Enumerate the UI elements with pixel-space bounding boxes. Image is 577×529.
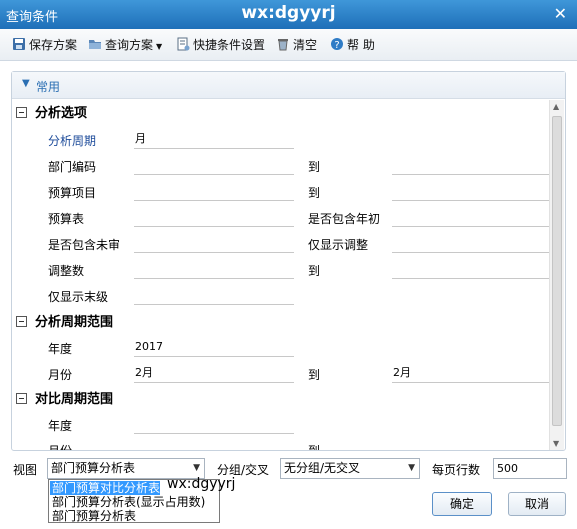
compare-month-label: 月份 [48,442,72,450]
chevron-down-icon: ▼ [408,463,415,473]
only-adjust-field[interactable] [392,233,549,253]
clear-button[interactable]: 清空 [276,36,317,54]
include-unreviewed-label: 是否包含未审 [48,238,121,252]
watermark-text: wx:dgyyrj [241,3,336,23]
clear-label: 清空 [293,38,318,52]
query-scheme-button[interactable]: 查询方案 ▼ [88,36,162,54]
to-label: 到 [308,160,321,174]
month-label: 月份 [48,368,73,382]
section-period-range[interactable]: 分析周期范围 [16,314,113,332]
only-last-level-field[interactable] [134,285,294,305]
year-field[interactable]: 2017 [134,337,294,357]
dept-code-from-field[interactable] [134,155,294,175]
only-last-level-label: 仅显示末级 [48,290,109,304]
compare-year-field[interactable] [134,414,294,434]
group-label: 常用 [36,80,61,94]
collapse-box-icon [16,393,27,404]
folder-icon [88,37,102,51]
scroll-down-icon[interactable]: ▼ [553,439,559,448]
to-label: 到 [308,442,320,450]
group-cross-select[interactable]: 无分组/无交叉 ▼ [280,458,420,479]
budget-table-label: 预算表 [48,212,85,226]
collapse-arrow-icon: ▼ [22,78,30,89]
cancel-button[interactable]: 取消 [508,492,566,516]
bottom-options: 视图 部门预算分析表 ▼ 分组/交叉 无分组/无交叉 ▼ 每页行数 500 [0,455,577,481]
to-label: 到 [308,186,321,200]
section-compare-range[interactable]: 对比周期范围 [16,391,113,409]
include-initial-label: 是否包含年初 [308,212,381,226]
to-label: 到 [308,264,321,278]
collapse-box-icon [16,316,27,327]
toolbar: 保存方案 查询方案 ▼ 快捷条件设置 清空 ? 帮 助 [0,29,577,61]
close-icon[interactable]: ✕ [554,4,567,23]
collapse-box-icon [16,107,27,118]
vertical-scrollbar[interactable]: ▲ ▼ [549,100,564,450]
rows-per-page-input[interactable]: 500 [493,458,567,479]
save-icon [12,37,26,51]
watermark-text: wx:dgyyrj [167,476,236,492]
analysis-period-label: 分析周期 [48,134,97,148]
include-initial-field[interactable] [392,207,549,227]
dept-code-to-field[interactable] [392,155,549,175]
dept-code-label: 部门编码 [48,160,97,174]
budget-table-field[interactable] [134,207,294,227]
compare-year-label: 年度 [48,419,73,433]
budget-item-from-field[interactable] [134,181,294,201]
budget-item-label: 预算项目 [48,186,97,200]
save-scheme-button[interactable]: 保存方案 [12,36,77,54]
section-analysis[interactable]: 分析选项 [16,105,87,123]
scroll-up-icon[interactable]: ▲ [553,102,559,111]
chevron-down-icon: ▼ [156,42,163,51]
dropdown-option[interactable]: 部门预算分析表(显示占用数) [50,495,218,509]
rows-per-page-label: 每页行数 [432,463,481,477]
month-from-field[interactable]: 2月 [134,363,294,383]
dropdown-option[interactable]: 部门预算对比分析表 [50,481,160,495]
help-icon: ? [330,37,344,51]
only-adjust-label: 仅显示调整 [308,238,369,252]
quick-condition-button[interactable]: 快捷条件设置 [176,36,265,54]
adjust-count-label: 调整数 [48,264,85,278]
adjust-count-from-field[interactable] [134,259,294,279]
scrollbar-thumb[interactable] [552,116,562,426]
query-scheme-label: 查询方案 [105,38,154,52]
help-label: 帮 助 [347,38,375,52]
to-label: 到 [308,368,321,382]
dropdown-option[interactable]: 部门预算分析表 [50,509,218,523]
year-label: 年度 [48,342,73,356]
view-label: 视图 [13,463,38,477]
svg-text:?: ? [334,40,339,51]
group-header-common[interactable]: ▼ 常用 [12,72,565,99]
analysis-period-field[interactable]: 月 [134,129,294,149]
month-to-field[interactable]: 2月 [392,363,549,383]
adjust-count-to-field[interactable] [392,259,549,279]
trash-icon [276,37,290,51]
form-content: 分析选项 分析周期 月 部门编码 到 预算项目 到 预算表 是否包含年初 是否包… [12,100,549,450]
save-scheme-label: 保存方案 [29,38,78,52]
condition-panel: ▼ 常用 分析选项 分析周期 月 部门编码 到 预算项目 到 预算表 是否包含年… [11,71,566,451]
budget-item-to-field[interactable] [392,181,549,201]
title-bar: 查询条件 wx:dgyyrj ✕ [0,0,577,29]
include-unreviewed-field[interactable] [134,233,294,253]
settings-doc-icon [176,37,190,51]
quick-condition-label: 快捷条件设置 [193,38,266,52]
help-button[interactable]: ? 帮 助 [330,36,375,54]
ok-button[interactable]: 确定 [432,492,492,516]
